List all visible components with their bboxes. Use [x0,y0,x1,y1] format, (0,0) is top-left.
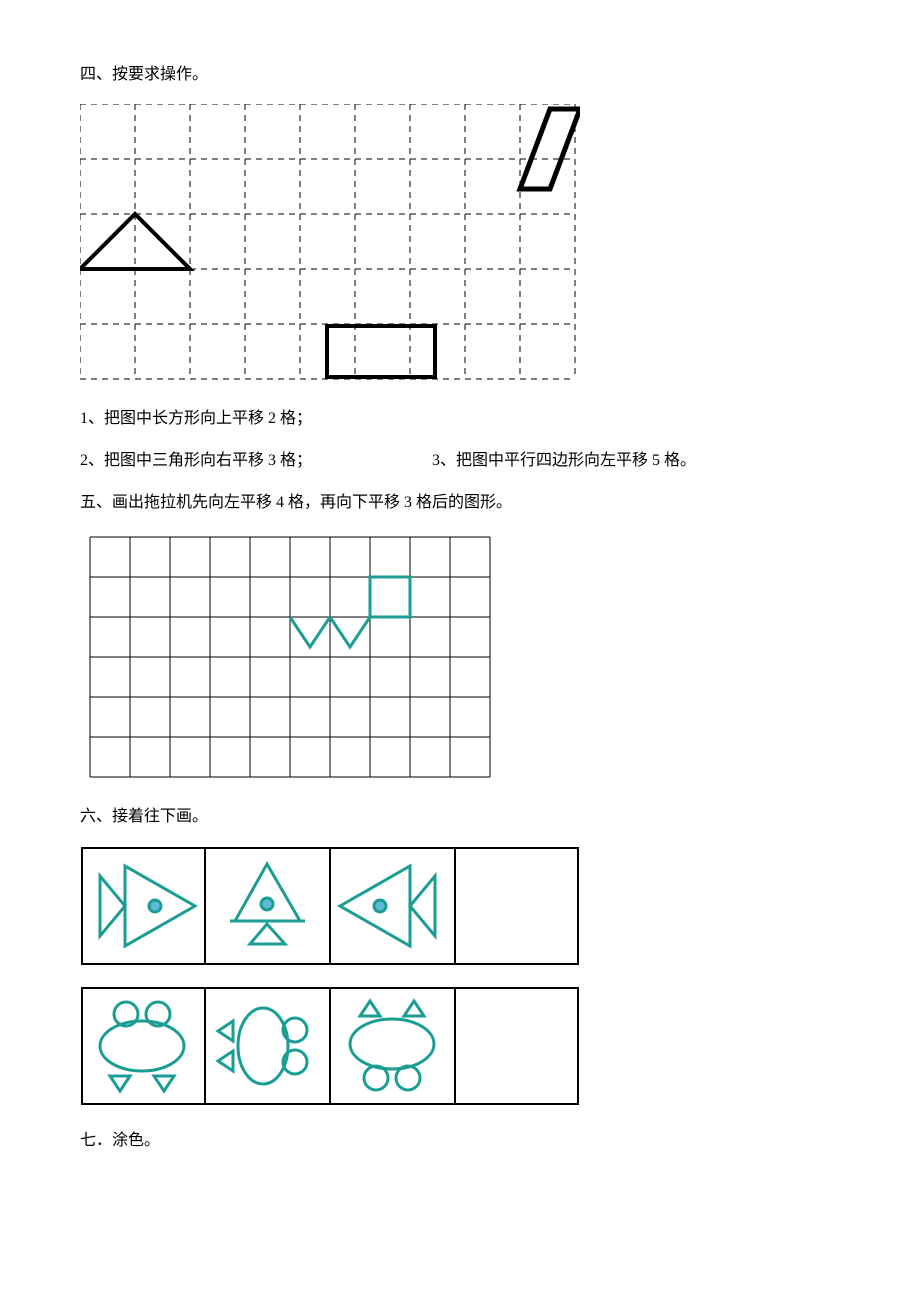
section-4-item-2: 2、把图中三角形向右平移 3 格； [80,446,312,470]
section-7-heading: 七．涂色。 [80,1126,840,1150]
parallelogram-shape [520,109,580,189]
rectangle-shape [327,326,435,377]
beetle-pattern-svg [80,986,580,1106]
fish-right [100,866,195,946]
tractor-shape [290,577,410,647]
section-4-item-1: 1、把图中长方形向上平移 2 格； [80,404,840,428]
section-4-heading: 四、按要求操作。 [80,60,840,84]
section-5-heading: 五、画出拖拉机先向左平移 4 格，再向下平移 3 格后的图形。 [80,488,840,512]
beetle-up [100,1002,184,1091]
fish-up [230,864,305,944]
beetle-down [350,1001,434,1090]
tractor-grid-svg [80,532,500,782]
beetle-right [218,1008,307,1084]
section-5-figure [80,532,840,782]
section-6-beetle-row [80,986,840,1106]
section-6-fish-row [80,846,840,966]
section-4-item-3: 3、把图中平行四边形向左平移 5 格。 [432,446,696,470]
fish-left [340,866,435,946]
section-6-heading: 六、接着往下画。 [80,802,840,826]
fish-pattern-svg [80,846,580,966]
grid-shapes-svg [80,104,580,384]
section-4-figure [80,104,840,384]
